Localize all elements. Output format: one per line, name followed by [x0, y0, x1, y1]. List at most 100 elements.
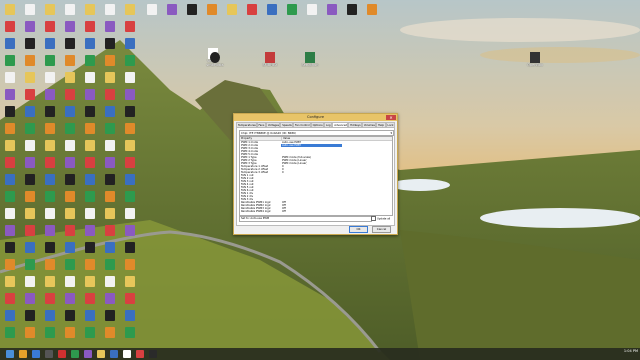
desktop-shortcut[interactable] — [83, 208, 97, 224]
taskbar-app-icon[interactable] — [19, 350, 27, 358]
desktop-shortcut[interactable] — [43, 21, 57, 37]
desktop-shortcut[interactable] — [185, 4, 199, 20]
desktop-shortcut[interactable] — [123, 4, 137, 20]
desktop-shortcut[interactable] — [23, 106, 37, 122]
desktop-shortcut[interactable] — [103, 38, 117, 54]
desktop-shortcut[interactable] — [63, 38, 77, 54]
desktop-shortcut[interactable] — [123, 310, 137, 326]
desktop-shortcut[interactable] — [3, 293, 17, 309]
desktop-shortcut[interactable] — [103, 174, 117, 190]
desktop-shortcut[interactable] — [63, 327, 77, 343]
desktop-shortcut[interactable] — [285, 4, 299, 20]
desktop-shortcut[interactable] — [43, 89, 57, 105]
desktop-shortcut[interactable] — [23, 174, 37, 190]
desktop-shortcut[interactable] — [123, 123, 137, 139]
taskbar-app-icon[interactable] — [136, 350, 144, 358]
desktop-shortcut[interactable] — [83, 276, 97, 292]
desktop-shortcut[interactable] — [23, 327, 37, 343]
desktop-shortcut[interactable] — [225, 4, 239, 20]
desktop-shortcut[interactable] — [43, 157, 57, 173]
desktop-shortcut[interactable] — [83, 293, 97, 309]
desktop-shortcut[interactable] — [63, 276, 77, 292]
desktop-shortcut[interactable] — [83, 242, 97, 258]
desktop-shortcut[interactable] — [3, 327, 17, 343]
desktop-shortcut[interactable] — [3, 242, 17, 258]
desktop-shortcut[interactable] — [123, 140, 137, 156]
desktop-shortcut[interactable] — [43, 4, 57, 20]
desktop-shortcut[interactable] — [103, 191, 117, 207]
desktop-shortcut[interactable] — [23, 157, 37, 173]
desktop-shortcut[interactable] — [83, 191, 97, 207]
desktop-shortcut[interactable] — [123, 327, 137, 343]
desktop-shortcut[interactable] — [3, 174, 17, 190]
desktop-shortcut[interactable] — [63, 259, 77, 275]
desktop-shortcut[interactable] — [145, 4, 159, 20]
update-all-checkbox[interactable]: Update all — [371, 216, 390, 222]
desktop-shortcut[interactable] — [123, 72, 137, 88]
desktop-shortcut[interactable] — [83, 310, 97, 326]
desktop-shortcut[interactable] — [43, 276, 57, 292]
desktop-shortcut[interactable] — [103, 72, 117, 88]
desktop-shortcut[interactable] — [63, 293, 77, 309]
desktop-shortcut[interactable] — [3, 72, 17, 88]
desktop-shortcut[interactable] — [63, 89, 77, 105]
desktop-shortcut[interactable] — [63, 157, 77, 173]
desktop-shortcut[interactable] — [43, 174, 57, 190]
taskbar-app-icon[interactable] — [123, 350, 131, 358]
desktop-shortcut[interactable] — [63, 242, 77, 258]
desktop-shortcut[interactable] — [3, 259, 17, 275]
desktop-shortcut[interactable] — [3, 4, 17, 20]
desktop-shortcut[interactable] — [63, 123, 77, 139]
desktop-shortcut[interactable] — [23, 38, 37, 54]
desktop-shortcut[interactable] — [23, 123, 37, 139]
desktop-shortcut[interactable] — [63, 310, 77, 326]
taskbar-app-icon[interactable] — [71, 350, 79, 358]
table-row[interactable]: Reinitialize PWM4 logic Off — [240, 210, 392, 213]
desktop-shortcut[interactable] — [23, 140, 37, 156]
desktop-shortcut[interactable] — [265, 4, 279, 20]
desktop-shortcut[interactable] — [23, 21, 37, 37]
desktop-shortcut[interactable] — [3, 225, 17, 241]
desktop-shortcut[interactable] — [83, 72, 97, 88]
taskbar-app-icon[interactable] — [84, 350, 92, 358]
desktop-shortcut[interactable] — [23, 4, 37, 20]
taskbar-app-icon[interactable] — [149, 350, 157, 358]
desktop-shortcut[interactable] — [63, 4, 77, 20]
desktop-shortcut[interactable] — [103, 4, 117, 20]
desktop-shortcut[interactable] — [103, 157, 117, 173]
desktop-shortcut[interactable] — [23, 310, 37, 326]
desktop-shortcut[interactable] — [123, 55, 137, 71]
desktop-shortcut[interactable] — [43, 242, 57, 258]
desktop-shortcut[interactable] — [3, 123, 17, 139]
desktop-shortcut[interactable] — [43, 225, 57, 241]
desktop-shortcut[interactable] — [103, 310, 117, 326]
desktop-shortcut[interactable] — [63, 55, 77, 71]
desktop-shortcut[interactable] — [83, 259, 97, 275]
desktop-shortcut[interactable] — [103, 208, 117, 224]
desktop-shortcut[interactable] — [43, 310, 57, 326]
desktop-shortcut[interactable] — [43, 208, 57, 224]
desktop-shortcut[interactable] — [103, 21, 117, 37]
desktop-shortcut[interactable] — [83, 106, 97, 122]
desktop-shortcut[interactable] — [43, 72, 57, 88]
desktop-shortcut[interactable] — [3, 157, 17, 173]
desktop-shortcut[interactable] — [63, 72, 77, 88]
desktop-shortcut[interactable] — [3, 191, 17, 207]
desktop-shortcut[interactable] — [43, 191, 57, 207]
desktop-shortcut[interactable] — [123, 191, 137, 207]
desktop-shortcut[interactable] — [3, 89, 17, 105]
desktop-shortcut[interactable] — [123, 174, 137, 190]
desktop-shortcut[interactable] — [103, 89, 117, 105]
desktop-shortcut[interactable] — [83, 157, 97, 173]
desktop-shortcut[interactable] — [63, 174, 77, 190]
desktop-shortcut[interactable] — [3, 106, 17, 122]
desktop-shortcut[interactable] — [23, 276, 37, 292]
taskbar-app-icon[interactable] — [45, 350, 53, 358]
desktop-shortcut[interactable] — [103, 327, 117, 343]
desktop-icon-setuprun[interactable]: SetupRun — [290, 52, 330, 67]
desktop-shortcut[interactable] — [83, 4, 97, 20]
desktop-shortcut[interactable] — [43, 293, 57, 309]
desktop-icon-smbhosts[interactable]: smbHosts — [195, 52, 235, 67]
desktop-shortcut[interactable] — [63, 21, 77, 37]
taskbar-app-icon[interactable] — [32, 350, 40, 358]
